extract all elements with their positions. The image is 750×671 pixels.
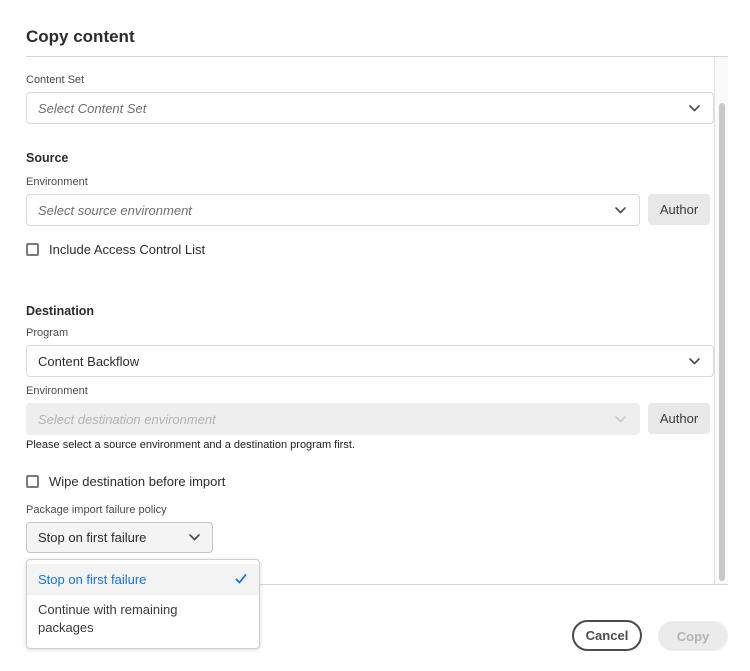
copy-button[interactable]: Copy (658, 621, 728, 651)
include-acl-checkbox[interactable]: Include Access Control List (26, 242, 205, 257)
program-value: Content Backflow (38, 353, 140, 369)
source-environment-label: Environment (26, 176, 88, 188)
scrollbar-thumb[interactable] (719, 103, 725, 581)
destination-helper-text: Please select a source environment and a… (26, 439, 355, 451)
chevron-down-icon (614, 204, 627, 217)
chevron-down-icon (188, 531, 201, 544)
source-environment-picker[interactable]: Select source environment (26, 194, 640, 226)
scrollbar[interactable] (714, 57, 728, 584)
content-set-label: Content Set (26, 74, 85, 86)
program-picker[interactable]: Content Backflow (26, 345, 714, 377)
chevron-down-icon (614, 413, 627, 426)
chevron-down-icon (688, 355, 701, 368)
failure-policy-label: Package import failure policy (26, 504, 167, 516)
failure-policy-menu: Stop on first failure Continue with rema… (26, 559, 260, 649)
content-set-picker[interactable]: Select Content Set (26, 92, 714, 124)
content-set-placeholder: Select Content Set (38, 100, 147, 116)
failure-policy-picker[interactable]: Stop on first failure (26, 522, 213, 553)
checkbox-box[interactable] (26, 475, 39, 488)
menu-item-stop-on-first-failure[interactable]: Stop on first failure (27, 564, 259, 595)
destination-environment-placeholder: Select destination environment (38, 411, 216, 427)
destination-environment-picker: Select destination environment (26, 403, 640, 435)
dialog-title: Copy content (26, 27, 135, 46)
menu-item-label: Continue with remaining packages (38, 602, 178, 635)
menu-item-continue-with-remaining[interactable]: Continue with remaining packages (27, 601, 259, 643)
source-author-button[interactable]: Author (648, 194, 710, 225)
destination-author-button[interactable]: Author (648, 403, 710, 434)
wipe-destination-checkbox[interactable]: Wipe destination before import (26, 474, 225, 489)
destination-environment-label: Environment (26, 385, 88, 397)
destination-heading: Destination (26, 304, 95, 318)
wipe-destination-label: Wipe destination before import (49, 474, 226, 489)
source-heading: Source (26, 151, 69, 165)
source-environment-placeholder: Select source environment (38, 202, 192, 218)
failure-policy-value: Stop on first failure (38, 530, 147, 545)
program-label: Program (26, 327, 69, 339)
checkmark-icon (235, 573, 247, 585)
checkbox-box[interactable] (26, 243, 39, 256)
include-acl-label: Include Access Control List (49, 242, 206, 257)
menu-item-label: Stop on first failure (38, 572, 147, 587)
chevron-down-icon (688, 102, 701, 115)
cancel-button[interactable]: Cancel (572, 620, 642, 651)
